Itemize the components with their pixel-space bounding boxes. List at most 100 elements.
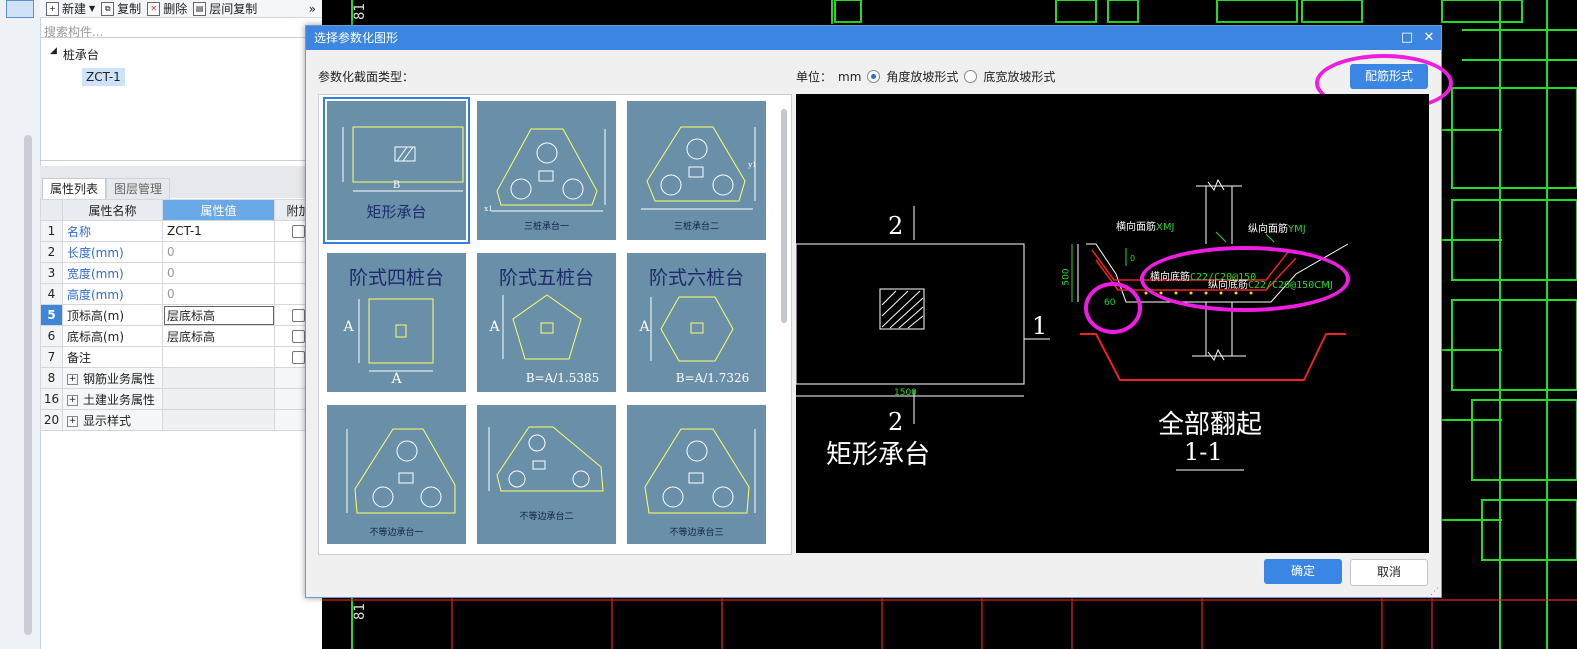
resize-grip-icon[interactable]: ⋰ bbox=[1430, 587, 1439, 597]
table-row[interactable]: 7 备注 bbox=[40, 346, 323, 368]
table-row[interactable]: 2 长度(mm) 0 bbox=[40, 241, 323, 263]
dim-y-label: y1 bbox=[748, 161, 757, 169]
section-type-label: 参数化截面类型： bbox=[318, 70, 415, 84]
unequal-cap-1-diagram bbox=[346, 428, 456, 514]
caption-three-pile-1: 三桩承台一 bbox=[523, 222, 569, 232]
unit-row: 单位： mm 角度放坡形式 底宽放坡形式 bbox=[796, 69, 1056, 85]
dialog-title-bar[interactable]: 选择参数化图形 □ ✕ bbox=[306, 26, 1441, 50]
delete-icon: ✕ bbox=[147, 1, 161, 16]
tree-node-zct1[interactable]: ZCT-1 bbox=[82, 68, 125, 86]
label-top-longitudinal: 纵向面筋YMJ bbox=[1248, 224, 1306, 235]
shape-unequal-cap-1[interactable]: 不等边承台一 bbox=[327, 405, 466, 544]
shape-three-pile-2[interactable]: 三桩承台二 y1 bbox=[627, 101, 766, 240]
table-row-group[interactable]: 16 + 土建业务属性 bbox=[40, 388, 323, 410]
dim-a-label: A bbox=[489, 319, 500, 335]
collapse-triangle-icon[interactable]: ◢ bbox=[50, 46, 57, 63]
table-row-group[interactable]: 20 + 显示样式 bbox=[40, 409, 323, 431]
ok-button[interactable]: 确定 bbox=[1264, 559, 1342, 584]
unequal-cap-2-diagram bbox=[488, 426, 604, 492]
shape-gallery: A B 矩形承台 三桩承台一 x1 bbox=[318, 94, 792, 555]
dim-a-label: A bbox=[391, 371, 402, 387]
view-icon[interactable] bbox=[6, 0, 34, 18]
shape-preview-canvas: 2 2 1 1500 500 矩形承台 全部翻起 1-1 横向面筋XMJ 纵向面… bbox=[796, 94, 1429, 553]
table-row[interactable]: 5 顶标高(m) 层底标高 bbox=[40, 304, 323, 326]
select-parametric-shape-dialog: 选择参数化图形 □ ✕ 参数化截面类型： 单位： mm 角度放坡形式 底宽放坡形… bbox=[305, 25, 1453, 598]
height-dim-label: 500 bbox=[1061, 268, 1072, 286]
caption-step-four-pile: 阶式四桩台 bbox=[348, 267, 444, 289]
dim-x-label: x1 bbox=[484, 205, 493, 213]
section-id: 1-1 bbox=[1184, 438, 1223, 466]
table-row-group[interactable]: 8 + 钢筋业务属性 bbox=[40, 367, 323, 389]
side-strip bbox=[0, 0, 41, 649]
table-row[interactable]: 4 高度(mm) 0 bbox=[40, 283, 323, 305]
close-button[interactable]: ✕ bbox=[1419, 26, 1439, 50]
component-tree: ◢ 桩承台 ZCT-1 bbox=[40, 40, 322, 161]
caption-unequal-cap-1: 不等边承台一 bbox=[369, 528, 424, 538]
table-row[interactable]: 6 底标高(m) 层底标高 bbox=[40, 325, 323, 347]
delete-button[interactable]: ✕ 删除 bbox=[147, 0, 187, 17]
highlight-ellipse bbox=[1140, 246, 1350, 312]
maximize-button[interactable]: □ bbox=[1397, 26, 1417, 50]
tab-layer-management[interactable]: 图层管理 bbox=[106, 178, 171, 200]
header-name: 属性名称 bbox=[62, 199, 163, 221]
new-button[interactable]: + 新建 ▼ bbox=[46, 0, 95, 17]
caption-unequal-cap-2: 不等边承台二 bbox=[519, 512, 574, 522]
tree-node-pile-cap[interactable]: ◢ 桩承台 bbox=[50, 46, 99, 63]
shape-unequal-cap-3[interactable]: 不等边承台三 bbox=[627, 405, 766, 544]
shape-unequal-cap-2[interactable]: 不等边承台二 bbox=[477, 405, 616, 544]
dropdown-arrow-icon[interactable]: ▼ bbox=[89, 4, 95, 13]
tab-property-list[interactable]: 属性列表 bbox=[42, 178, 107, 199]
shape-rect-cap[interactable]: A B 矩形承台 bbox=[323, 97, 470, 244]
svg-text:81: 81 bbox=[352, 3, 368, 20]
component-toolbar: + 新建 ▼ ⧉ 复制 ✕ 删除 ▤ 层间复制 » bbox=[40, 0, 322, 18]
more-button[interactable]: » bbox=[309, 2, 316, 16]
search-input[interactable]: 搜索构件... ○ bbox=[40, 20, 322, 39]
label-top-transverse: 横向面筋XMJ bbox=[1116, 222, 1175, 233]
svg-text:81: 81 bbox=[352, 603, 368, 620]
radio-width-slope[interactable] bbox=[964, 70, 978, 83]
extra-checkbox[interactable] bbox=[292, 225, 305, 238]
expand-plus-icon[interactable]: + bbox=[67, 415, 78, 427]
highlight-ellipse bbox=[1084, 282, 1142, 334]
cancel-button[interactable]: 取消 bbox=[1350, 559, 1428, 586]
unequal-cap-3-diagram bbox=[644, 428, 756, 514]
side-scrollbar[interactable] bbox=[24, 135, 32, 635]
table-row[interactable]: 3 宽度(mm) 0 bbox=[40, 262, 323, 284]
copy-button[interactable]: ⧉ 复制 bbox=[101, 0, 141, 17]
expand-plus-icon[interactable]: + bbox=[67, 394, 78, 406]
dim-a-label: A bbox=[639, 319, 650, 335]
section-mark-bottom: 2 bbox=[888, 408, 904, 436]
property-table-header: 属性名称 属性值 附加 bbox=[40, 199, 323, 221]
width-dim-label: 1500 bbox=[894, 388, 917, 398]
layer-copy-button[interactable]: ▤ 层间复制 bbox=[193, 0, 257, 17]
property-tabs: 属性列表 图层管理 bbox=[40, 166, 322, 200]
dim-b-label: B=A/1.7326 bbox=[675, 371, 750, 385]
radio-angle-slope[interactable] bbox=[867, 70, 881, 83]
shape-step-six-pile[interactable]: 阶式六桩台 A B=A/1.7326 bbox=[627, 253, 766, 392]
header-value: 属性值 bbox=[162, 199, 275, 221]
section-title: 全部翻起 bbox=[1158, 410, 1263, 440]
caption-step-six-pile: 阶式六桩台 bbox=[648, 267, 744, 289]
extra-checkbox[interactable] bbox=[292, 330, 305, 343]
component-panel: +新建▼ ⧉复制 ✕删除 ▤层间复制 » 搜索构件... ○ ◢ 桩承台 ZCT… bbox=[0, 0, 323, 649]
extra-checkbox[interactable] bbox=[292, 351, 305, 364]
layer-copy-icon: ▤ bbox=[193, 1, 207, 16]
caption-step-five-pile: 阶式五桩台 bbox=[498, 267, 594, 289]
property-table: 属性名称 属性值 附加 1 名称 ZCT-1 2 长度(mm) 0 3 宽度(m… bbox=[40, 199, 323, 431]
header-index bbox=[40, 199, 63, 221]
caption-unequal-cap-3: 不等边承台三 bbox=[669, 528, 724, 538]
gallery-scrollbar[interactable] bbox=[781, 109, 787, 323]
caption-three-pile-2: 三桩承台二 bbox=[673, 222, 719, 232]
section-mark-top: 2 bbox=[888, 212, 904, 240]
extra-checkbox[interactable] bbox=[292, 309, 305, 322]
expand-plus-icon[interactable]: + bbox=[67, 373, 78, 385]
plan-title: 矩形承台 bbox=[826, 440, 931, 470]
dim-b-label: B bbox=[392, 180, 401, 191]
new-icon: + bbox=[46, 1, 59, 16]
table-row[interactable]: 1 名称 ZCT-1 bbox=[40, 220, 323, 242]
dim-a-label: A bbox=[343, 319, 354, 335]
shape-three-pile-1[interactable]: 三桩承台一 x1 bbox=[477, 101, 616, 240]
copy-icon: ⧉ bbox=[101, 1, 115, 16]
section-mark-right: 1 bbox=[1032, 312, 1048, 340]
zero-label: 0 bbox=[1130, 254, 1136, 263]
